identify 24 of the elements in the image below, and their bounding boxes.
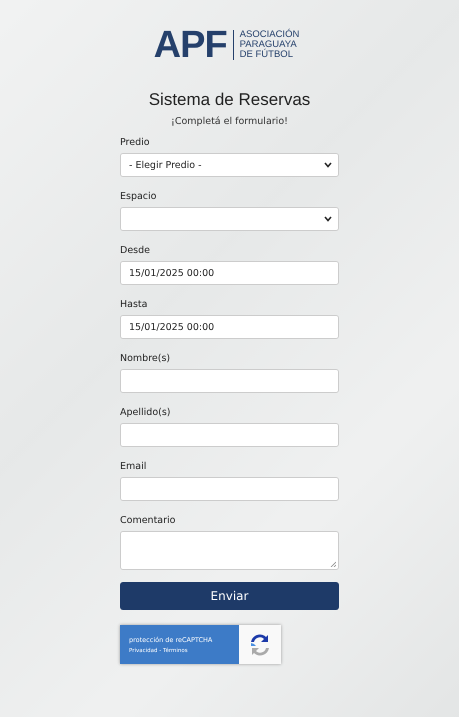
input-field[interactable] [120, 423, 339, 447]
chevron-icon [324, 216, 332, 222]
field-label: Predio [120, 137, 151, 149]
field-label: Comentario [120, 515, 176, 527]
field-label: Email [120, 461, 148, 473]
field-label: Hasta [120, 299, 148, 311]
input-field[interactable] [120, 477, 339, 501]
page-title: Sistema de Reservas [148, 90, 310, 110]
field-label: Nombre(s) [120, 353, 172, 365]
subtitle: ¡Completá el formulario! [171, 116, 288, 127]
logo-mark: APF [154, 26, 227, 64]
submit-button[interactable]: Enviar [120, 582, 339, 610]
logo-name: ASOCIACIÓN PARAGUAYA DE FÚTBOL [240, 30, 300, 60]
field-label: Apellido(s) [120, 407, 172, 419]
field-label: Desde [120, 245, 151, 257]
input-field[interactable]: 15/01/2025 00:00 [120, 315, 339, 339]
chevron-icon [324, 162, 332, 168]
text-area[interactable] [120, 531, 339, 570]
select-field[interactable]: - Elegir Predio - [120, 153, 339, 177]
resize-icon [330, 561, 336, 567]
input-field[interactable]: 15/01/2025 00:00 [120, 261, 339, 285]
select-field[interactable] [120, 207, 339, 231]
field-label: Espacio [120, 191, 158, 203]
input-field[interactable] [120, 369, 339, 393]
